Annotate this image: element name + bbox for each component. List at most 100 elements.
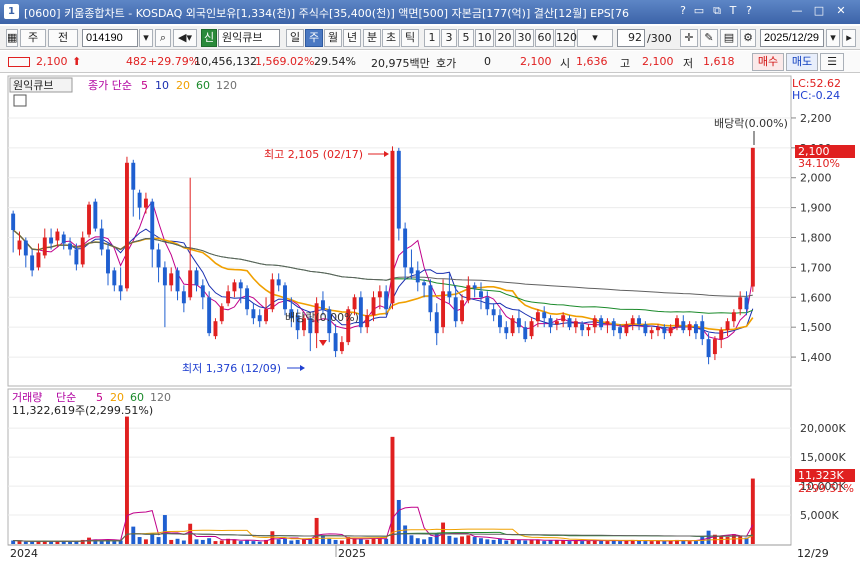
candle bbox=[270, 279, 275, 310]
volume-bar bbox=[17, 541, 22, 544]
interval-10[interactable]: 10 bbox=[475, 29, 494, 47]
candle bbox=[687, 324, 692, 331]
candle bbox=[466, 285, 471, 301]
interval-1[interactable]: 1 bbox=[424, 29, 440, 47]
tab-year[interactable]: 년 bbox=[343, 29, 361, 47]
dropdown-icon[interactable]: ▾ bbox=[139, 29, 153, 47]
candle bbox=[548, 318, 553, 328]
volume-bar bbox=[434, 532, 439, 544]
volume-bar bbox=[618, 541, 623, 544]
price-tick-label: 1,800 bbox=[800, 232, 832, 245]
price-tick-label: 1,600 bbox=[800, 291, 832, 304]
tab-week[interactable]: 주 bbox=[305, 29, 323, 47]
ma60-label: 60 bbox=[196, 79, 210, 92]
list-icon[interactable]: ☰ bbox=[820, 53, 844, 71]
volume-bar bbox=[485, 539, 490, 544]
candle bbox=[744, 297, 749, 310]
all-select[interactable]: 전 bbox=[48, 29, 78, 47]
window-number: 1 bbox=[4, 4, 19, 19]
current-pct-tag: 34.10% bbox=[798, 157, 840, 170]
candle bbox=[656, 327, 660, 331]
candle bbox=[637, 318, 642, 325]
speaker-icon[interactable]: ◀▾ bbox=[173, 29, 197, 47]
ma120-label: 120 bbox=[216, 79, 237, 92]
volume-rate: 1,569.02% bbox=[255, 55, 315, 68]
volume-tick-label: 5,000K bbox=[800, 509, 839, 522]
x-label-2024: 2024 bbox=[10, 547, 38, 560]
volume-bar bbox=[339, 540, 344, 544]
candle bbox=[143, 198, 148, 208]
custom-interval-select[interactable]: ▾ bbox=[577, 29, 613, 47]
link-icon[interactable]: ⧉ bbox=[710, 4, 724, 18]
tab-month[interactable]: 월 bbox=[324, 29, 342, 47]
candle bbox=[750, 147, 755, 287]
candle bbox=[428, 285, 433, 313]
date-input[interactable] bbox=[760, 29, 824, 47]
interval-30[interactable]: 30 bbox=[515, 29, 534, 47]
search-icon[interactable]: ⌕ bbox=[155, 29, 171, 47]
candle bbox=[472, 285, 477, 289]
volume-bar bbox=[548, 540, 553, 544]
interval-60[interactable]: 60 bbox=[535, 29, 554, 47]
volume-bar bbox=[396, 499, 401, 544]
crosshair-icon[interactable]: ✛ bbox=[680, 29, 698, 47]
text-icon[interactable]: T bbox=[726, 4, 740, 18]
save-icon[interactable]: ▤ bbox=[720, 29, 738, 47]
ma10-label: 10 bbox=[155, 79, 169, 92]
candle bbox=[200, 285, 205, 298]
candle bbox=[592, 318, 597, 328]
volume-bar bbox=[428, 537, 433, 544]
price-tick-label: 1,700 bbox=[800, 261, 832, 274]
sell-button[interactable]: 매도 bbox=[786, 53, 818, 71]
volume-bar bbox=[365, 539, 370, 544]
question-icon[interactable]: ? bbox=[742, 4, 756, 18]
grid-icon[interactable]: ▦ bbox=[6, 29, 18, 47]
price-panel[interactable]: 원익큐브 종가 단순 5 10 20 60 120 LC:52.62 HC:-0… bbox=[7, 75, 855, 387]
stock-name-field[interactable]: 원익큐브 bbox=[218, 29, 280, 47]
restore-icon[interactable]: ▭ bbox=[692, 4, 706, 18]
candle bbox=[725, 321, 730, 331]
candle bbox=[510, 318, 515, 334]
line-chart-icon bbox=[8, 57, 30, 67]
maximize-icon[interactable]: □ bbox=[812, 4, 826, 18]
volume-bar bbox=[649, 541, 654, 544]
calendar-icon[interactable]: ▾ bbox=[826, 29, 840, 47]
chart-area[interactable]: 원익큐브 종가 단순 5 10 20 60 120 LC:52.62 HC:-0… bbox=[0, 73, 860, 563]
ask-label: 호가 bbox=[436, 57, 457, 70]
candle bbox=[605, 321, 610, 325]
candle bbox=[61, 234, 66, 244]
stock-code-input[interactable] bbox=[82, 29, 138, 47]
candle bbox=[649, 330, 654, 334]
candle bbox=[162, 267, 167, 286]
interval-3[interactable]: 3 bbox=[441, 29, 457, 47]
help-icon[interactable]: ? bbox=[676, 4, 690, 18]
candle bbox=[447, 291, 452, 298]
candle bbox=[479, 291, 483, 298]
volume-bar bbox=[453, 537, 458, 544]
volume-bar bbox=[611, 540, 616, 544]
interval-120[interactable]: 120 bbox=[555, 29, 577, 47]
interval-5[interactable]: 5 bbox=[458, 29, 474, 47]
candle bbox=[434, 312, 439, 334]
interval-20[interactable]: 20 bbox=[495, 29, 514, 47]
volume-bar bbox=[491, 539, 496, 544]
period-select[interactable]: 주 bbox=[20, 29, 46, 47]
count-input[interactable]: 92 bbox=[617, 29, 645, 47]
volume-ma-label: 단순 bbox=[56, 391, 76, 404]
tab-day[interactable]: 일 bbox=[286, 29, 304, 47]
candle bbox=[377, 291, 382, 298]
close-icon[interactable]: ✕ bbox=[834, 4, 848, 18]
buy-button[interactable]: 매수 bbox=[752, 53, 784, 71]
scroll-right-icon[interactable]: ▸ bbox=[842, 29, 856, 47]
settings-icon[interactable]: ⚙ bbox=[740, 29, 756, 47]
tab-minute[interactable]: 분 bbox=[363, 29, 381, 47]
volume-bar bbox=[181, 540, 186, 544]
tab-tick[interactable]: 틱 bbox=[401, 29, 419, 47]
minimize-icon[interactable]: — bbox=[790, 4, 804, 18]
tab-second[interactable]: 초 bbox=[382, 29, 400, 47]
candle bbox=[226, 291, 231, 304]
volume-panel[interactable]: 거래량 단순 5 20 60 120 11,322,619주(2,299.51%… bbox=[7, 388, 855, 546]
volume-bar bbox=[276, 539, 281, 544]
draw-icon[interactable]: ✎ bbox=[700, 29, 718, 47]
candle bbox=[706, 339, 711, 358]
